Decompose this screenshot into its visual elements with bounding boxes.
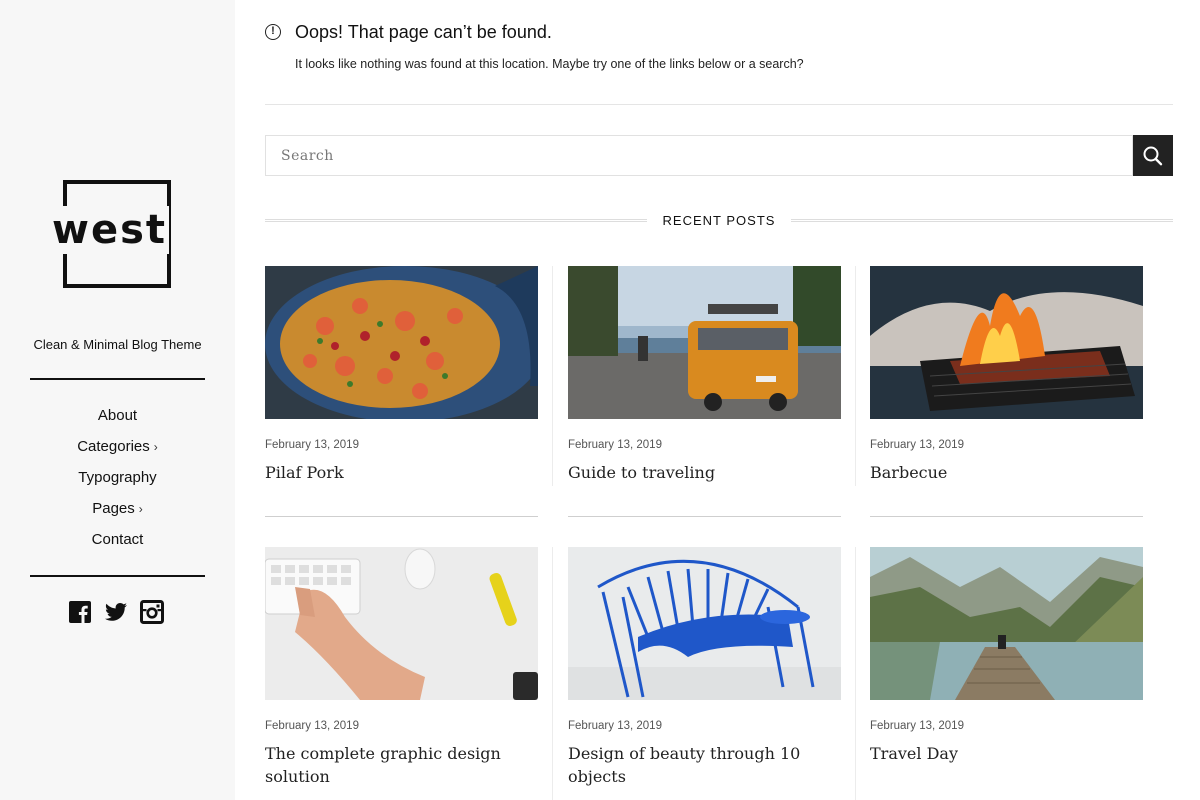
column-separator [552, 547, 553, 800]
nav-item-label: Pages [92, 500, 135, 517]
recent-posts-heading: RECENT POSTS [265, 211, 1173, 231]
column-separator [552, 266, 553, 486]
post-card: February 13, 2019 Travel Day [870, 547, 1143, 765]
sidebar: west Clean & Minimal Blog Theme About Ca… [0, 0, 235, 800]
post-divider [568, 516, 841, 517]
post-card: February 13, 2019 The complete graphic d… [265, 547, 538, 788]
post-date: February 13, 2019 [568, 439, 662, 451]
post-card: February 13, 2019 Pilaf Pork [265, 266, 538, 484]
post-thumbnail[interactable] [265, 266, 538, 419]
post-thumbnail[interactable] [568, 547, 841, 700]
section-divider [265, 104, 1173, 105]
post-divider [265, 516, 538, 517]
post-title[interactable]: The complete graphic design solution [265, 742, 538, 788]
nav-item-about[interactable]: About [0, 402, 235, 433]
recent-posts-label: RECENT POSTS [662, 213, 776, 228]
nav-item-categories[interactable]: Categories › [0, 433, 235, 464]
post-thumbnail[interactable] [265, 547, 538, 700]
chevron-right-icon: › [138, 502, 143, 516]
info-icon: ! [265, 24, 281, 40]
nav-item-pages[interactable]: Pages › [0, 495, 235, 526]
post-title[interactable]: Pilaf Pork [265, 461, 538, 484]
site-logo[interactable]: west [50, 206, 170, 254]
post-card: February 13, 2019 Design of beauty throu… [568, 547, 841, 788]
nav-item-contact[interactable]: Contact [0, 526, 235, 557]
site-tagline: Clean & Minimal Blog Theme [33, 337, 202, 352]
main-nav: About Categories › Typography Pages › Cont… [0, 402, 235, 557]
post-card: February 13, 2019 Barbecue [870, 266, 1143, 484]
column-separator [855, 266, 856, 486]
post-thumbnail[interactable] [870, 547, 1143, 700]
main-content: ! Oops! That page can’t be found. It loo… [265, 0, 1173, 800]
nav-item-typography[interactable]: Typography [0, 464, 235, 495]
page-title: Oops! That page can’t be found. [295, 22, 552, 42]
facebook-icon[interactable] [68, 600, 92, 624]
search-icon [1143, 146, 1163, 166]
nav-item-label: Contact [91, 531, 144, 548]
post-card: February 13, 2019 Guide to traveling [568, 266, 841, 484]
sidebar-divider [30, 378, 205, 380]
post-thumbnail[interactable] [568, 266, 841, 419]
post-date: February 13, 2019 [870, 439, 964, 451]
instagram-icon[interactable] [140, 600, 164, 624]
post-date: February 13, 2019 [265, 439, 359, 451]
post-thumbnail[interactable] [870, 266, 1143, 419]
heading-rule [265, 219, 647, 222]
notfound-message: It looks like nothing was found at this … [295, 57, 804, 71]
post-date: February 13, 2019 [568, 720, 662, 732]
post-date: February 13, 2019 [870, 720, 964, 732]
search-input[interactable] [265, 135, 1133, 176]
search-button[interactable] [1133, 135, 1173, 176]
post-divider [870, 516, 1143, 517]
twitter-icon[interactable] [104, 600, 128, 624]
nav-item-label: About [97, 407, 138, 424]
post-title[interactable]: Barbecue [870, 461, 1143, 484]
chevron-right-icon: › [153, 440, 158, 454]
sidebar-divider [30, 575, 205, 577]
post-title[interactable]: Design of beauty through 10 objects [568, 742, 841, 788]
post-title[interactable]: Guide to traveling [568, 461, 841, 484]
search-form [265, 135, 1173, 176]
post-title[interactable]: Travel Day [870, 742, 1143, 765]
social-links [68, 600, 164, 624]
nav-item-label: Typography [78, 469, 157, 486]
nav-item-label: Categories [77, 438, 150, 455]
column-separator [855, 547, 856, 800]
post-date: February 13, 2019 [265, 720, 359, 732]
heading-rule [791, 219, 1173, 222]
